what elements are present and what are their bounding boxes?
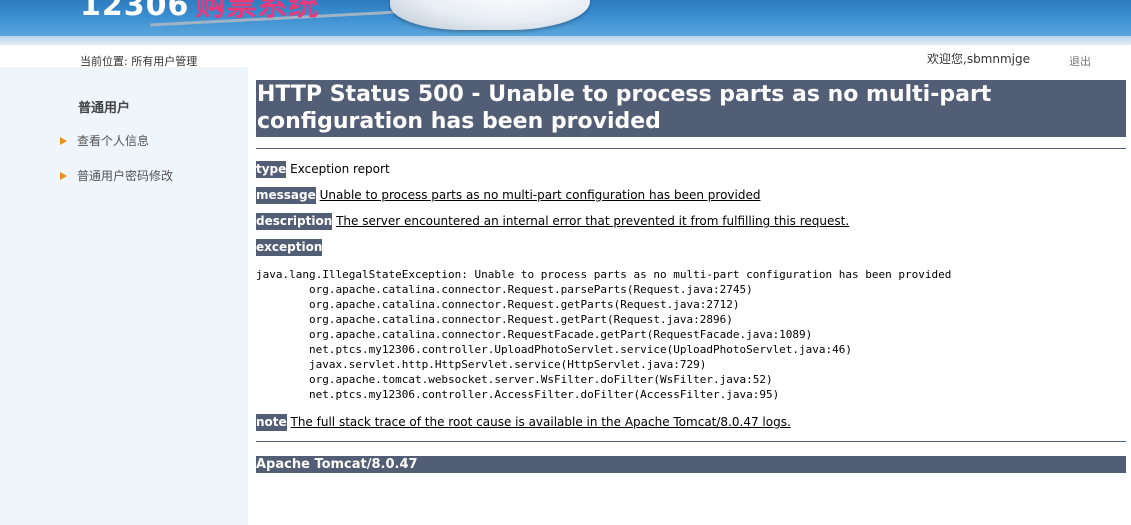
description-value: The server encountered an internal error… [336, 214, 850, 228]
sidebar-item-label: 普通用户密码修改 [77, 169, 174, 183]
error-page: HTTP Status 500 - Unable to process part… [256, 80, 1126, 473]
note-label: note [256, 414, 287, 431]
stack-trace: java.lang.IllegalStateException: Unable … [256, 268, 952, 401]
logo-text: 购票系统 [195, 0, 320, 23]
sidebar-item-view-profile[interactable]: 查看个人信息 [60, 132, 149, 149]
divider [256, 148, 1126, 149]
type-value: Exception report [290, 162, 390, 176]
message-row: message Unable to process parts as no mu… [256, 187, 761, 204]
note-row: note The full stack trace of the root ca… [256, 414, 791, 431]
sidebar-item-label: 查看个人信息 [77, 134, 150, 148]
exception-row: exception [256, 239, 323, 256]
site-logo: 12306 购票系统 [80, 0, 319, 24]
note-value: The full stack trace of the root cause i… [290, 415, 791, 429]
header-banner: 12306 购票系统 [0, 0, 1131, 36]
banner-bottom-strip [0, 36, 1131, 45]
sidebar: 普通用户 查看个人信息 普通用户密码修改 [0, 67, 248, 525]
message-label: message [256, 187, 316, 204]
error-heading: HTTP Status 500 - Unable to process part… [256, 80, 1126, 137]
exception-label: exception [256, 239, 323, 256]
description-label: description [256, 213, 333, 230]
divider [256, 441, 1126, 442]
sidebar-item-change-password[interactable]: 普通用户密码修改 [60, 167, 173, 184]
logo-number: 12306 [80, 0, 190, 23]
arrow-right-icon [60, 137, 67, 145]
logout-link[interactable]: 退出 [1069, 53, 1091, 69]
server-footer: Apache Tomcat/8.0.47 [256, 456, 1126, 473]
arrow-right-icon [60, 172, 67, 180]
train-image [390, 0, 590, 30]
message-value: Unable to process parts as no multi-part… [319, 188, 761, 202]
status-bar: 当前位置: 所有用户管理 欢迎您,sbmnmjge 退出 [0, 45, 1131, 69]
type-row: type Exception report [256, 161, 390, 178]
welcome-text: 欢迎您,sbmnmjge [927, 52, 1031, 66]
sidebar-section-title: 普通用户 [78, 101, 131, 116]
type-label: type [256, 161, 287, 178]
description-row: description The server encountered an in… [256, 213, 850, 230]
